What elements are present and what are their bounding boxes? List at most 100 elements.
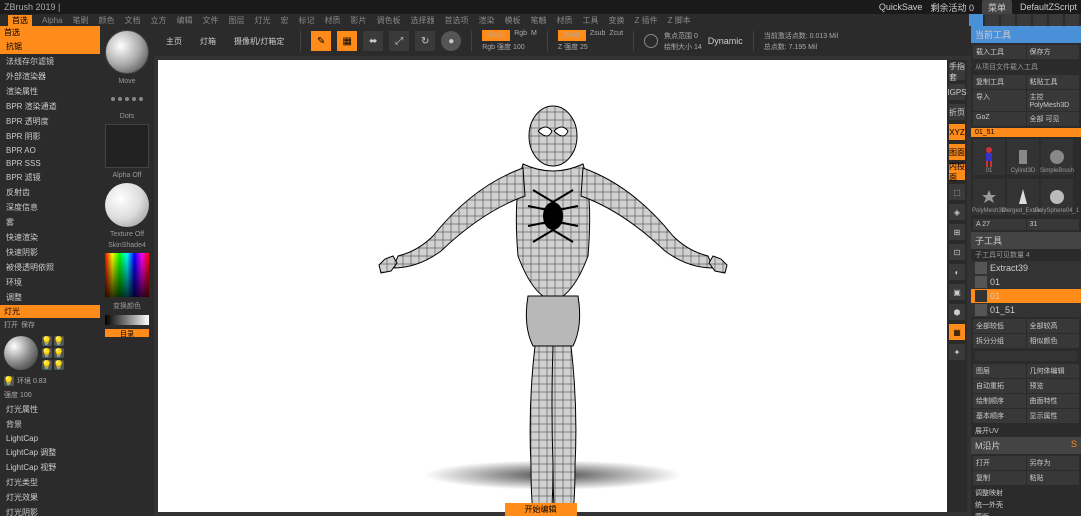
light-item[interactable]: LightCap 视野 bbox=[0, 460, 100, 475]
panel-item[interactable]: 蒙版 bbox=[971, 511, 1081, 516]
menu-item[interactable]: 渲染 bbox=[478, 15, 494, 26]
switch-color[interactable]: 变换颜色 bbox=[113, 301, 141, 311]
mrgb-btn[interactable]: Mrgb bbox=[482, 30, 510, 41]
home-btn[interactable]: 主页 bbox=[160, 34, 188, 49]
focal-shift[interactable]: 焦点范围 0 bbox=[664, 31, 702, 41]
lightbox-btn[interactable]: 灯箱 bbox=[194, 34, 222, 49]
modify-item[interactable]: 复制 bbox=[973, 471, 1026, 485]
menu-item[interactable]: 变换 bbox=[608, 15, 624, 26]
panel-item[interactable]: 图层 bbox=[973, 364, 1026, 378]
render-item[interactable]: 被侵透明依照 bbox=[0, 260, 100, 275]
icon-4[interactable] bbox=[1033, 14, 1047, 26]
render-item[interactable]: 渲染属性 bbox=[0, 84, 100, 99]
subtool-item[interactable]: 01_51 bbox=[971, 303, 1081, 317]
icon-1[interactable] bbox=[985, 14, 999, 26]
bulb-icon[interactable]: 💡 bbox=[54, 348, 64, 358]
gizmo-icon[interactable]: ● bbox=[441, 31, 461, 51]
menu-button[interactable]: 菜单 bbox=[982, 0, 1012, 15]
rotate-icon[interactable]: ↻ bbox=[415, 31, 435, 51]
tool-frame[interactable]: 折页 bbox=[949, 104, 965, 120]
intensity-value[interactable]: 强度 100 bbox=[4, 390, 32, 400]
menu-item[interactable]: 材质 bbox=[556, 15, 572, 26]
panel-item[interactable]: 调整映射 bbox=[971, 487, 1081, 499]
sim-col[interactable]: 相似颜色 bbox=[1027, 334, 1080, 348]
brush-preview[interactable] bbox=[105, 30, 149, 74]
bulb-icon[interactable]: 💡 bbox=[54, 360, 64, 370]
goz-btn[interactable]: GoZ bbox=[973, 112, 1026, 126]
tool-thumb[interactable]: PolyMesh3D bbox=[973, 179, 1005, 215]
default-script[interactable]: DefaultZScript bbox=[1020, 2, 1077, 12]
render-item[interactable]: 反射齿 bbox=[0, 185, 100, 200]
menu-item[interactable]: 编辑 bbox=[176, 15, 192, 26]
scale-icon[interactable]: ⤢ bbox=[389, 31, 409, 51]
bulb-icon[interactable]: 💡 bbox=[54, 336, 64, 346]
render-item[interactable]: 法线存尔滤镜 bbox=[0, 54, 100, 69]
icon-2[interactable] bbox=[1001, 14, 1015, 26]
menu-item[interactable]: 选择器 bbox=[410, 15, 434, 26]
m-btn[interactable]: M bbox=[531, 30, 537, 41]
bulb-icon[interactable]: 💡 bbox=[42, 360, 52, 370]
render-item[interactable]: 深度信息 bbox=[0, 200, 100, 215]
texture-preview[interactable] bbox=[105, 183, 149, 227]
menu-item[interactable]: 材质 bbox=[324, 15, 340, 26]
subtool-item[interactable]: 01 bbox=[971, 275, 1081, 289]
color-picker[interactable] bbox=[105, 253, 149, 297]
draw-icon[interactable]: ▦ bbox=[337, 31, 357, 51]
modify-item[interactable]: 打开 bbox=[973, 456, 1026, 470]
tool-f[interactable]: ▣ bbox=[949, 284, 965, 300]
panel-item[interactable]: 预览 bbox=[1027, 379, 1080, 393]
catalog-btn[interactable]: 目录 bbox=[105, 329, 149, 337]
z-intensity[interactable]: Z 强度 25 bbox=[558, 42, 623, 52]
bulb-icon[interactable]: 💡 bbox=[42, 348, 52, 358]
menu-item[interactable]: 笔触 bbox=[530, 15, 546, 26]
render-item[interactable]: 调整 bbox=[0, 290, 100, 305]
panel-item[interactable]: 统一外壳 bbox=[971, 499, 1081, 511]
icon-user[interactable] bbox=[969, 14, 983, 26]
icon-6[interactable] bbox=[1065, 14, 1079, 26]
light-save[interactable]: 保存 bbox=[21, 320, 35, 330]
tool-c[interactable]: ⊞ bbox=[949, 224, 965, 240]
grp-split[interactable]: 拆分分组 bbox=[973, 334, 1026, 348]
draw-size[interactable]: 绘制大小 14 bbox=[664, 42, 702, 52]
panel-item[interactable]: 基本顺序 bbox=[973, 409, 1026, 423]
menu-item[interactable]: Z 插件 bbox=[634, 15, 657, 26]
edit-icon[interactable]: ✎ bbox=[311, 31, 331, 51]
ambient-value[interactable]: 环境 0.83 bbox=[17, 376, 47, 386]
subtool-item-active[interactable]: 01 bbox=[971, 289, 1081, 303]
render-item[interactable]: BPR SSS bbox=[0, 157, 100, 170]
light-item[interactable]: LightCap bbox=[0, 432, 100, 445]
render-item[interactable]: BPR 渲染通道 bbox=[0, 99, 100, 114]
save-as[interactable]: 保存方 bbox=[1027, 45, 1080, 59]
all-low[interactable]: 全部较低 bbox=[973, 319, 1026, 333]
tool-thumb[interactable]: Cylind3D bbox=[1007, 139, 1039, 175]
render-item[interactable]: 快速阴影 bbox=[0, 245, 100, 260]
tool-floor[interactable]: 内投面 bbox=[949, 164, 965, 180]
import-btn[interactable]: 导入 bbox=[973, 90, 1026, 111]
render-item[interactable]: BPR AO bbox=[0, 144, 100, 157]
menu-item[interactable]: 标记 bbox=[298, 15, 314, 26]
menu-item[interactable]: Alpha bbox=[42, 16, 62, 25]
panel-item[interactable]: 曲面特性 bbox=[1027, 394, 1080, 408]
menu-item[interactable]: 调色板 bbox=[376, 15, 400, 26]
menu-item[interactable]: 模板 bbox=[504, 15, 520, 26]
render-item[interactable]: 雾 bbox=[0, 215, 100, 230]
zsub-btn[interactable]: Zsub bbox=[590, 30, 606, 41]
render-active[interactable]: 抗锯 bbox=[0, 39, 100, 54]
paste-tool[interactable]: 粘贴工具 bbox=[1027, 75, 1080, 89]
tool-hand[interactable]: 手指套 bbox=[949, 64, 965, 80]
bulb-icon[interactable]: 💡 bbox=[4, 376, 14, 386]
light-item[interactable]: LightCap 调整 bbox=[0, 445, 100, 460]
menu-item[interactable]: Z 脚本 bbox=[668, 15, 691, 26]
render-item[interactable]: 快速渲染 bbox=[0, 230, 100, 245]
panel-item[interactable]: 几何体编辑 bbox=[1027, 364, 1080, 378]
light-item[interactable]: 灯光类型 bbox=[0, 475, 100, 490]
menu-item[interactable]: 宏 bbox=[280, 15, 288, 26]
light-item[interactable]: 灯光效果 bbox=[0, 490, 100, 505]
menu-item[interactable]: 颜色 bbox=[98, 15, 114, 26]
tool-persp[interactable]: 图面 bbox=[949, 144, 965, 160]
zcut-btn[interactable]: Zcut bbox=[609, 30, 623, 41]
light-open[interactable]: 打开 bbox=[4, 320, 18, 330]
quicksave-label[interactable]: QuickSave bbox=[879, 2, 923, 12]
tool-b[interactable]: ◈ bbox=[949, 204, 965, 220]
viewport[interactable] bbox=[158, 60, 947, 512]
